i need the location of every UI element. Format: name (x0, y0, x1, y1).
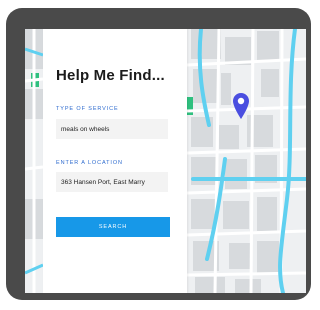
map-pin-icon[interactable] (233, 93, 249, 119)
device-frame: Help Me Find... TYPE OF SERVICE ENTER A … (6, 8, 311, 300)
service-type-input[interactable] (56, 119, 168, 139)
service-type-label: TYPE OF SERVICE (56, 106, 119, 112)
search-button[interactable]: SEARCH (56, 217, 170, 237)
app-screen: Help Me Find... TYPE OF SERVICE ENTER A … (25, 29, 306, 293)
page-title: Help Me Find... (56, 67, 165, 84)
location-input[interactable] (56, 172, 168, 192)
location-label: ENTER A LOCATION (56, 160, 123, 166)
